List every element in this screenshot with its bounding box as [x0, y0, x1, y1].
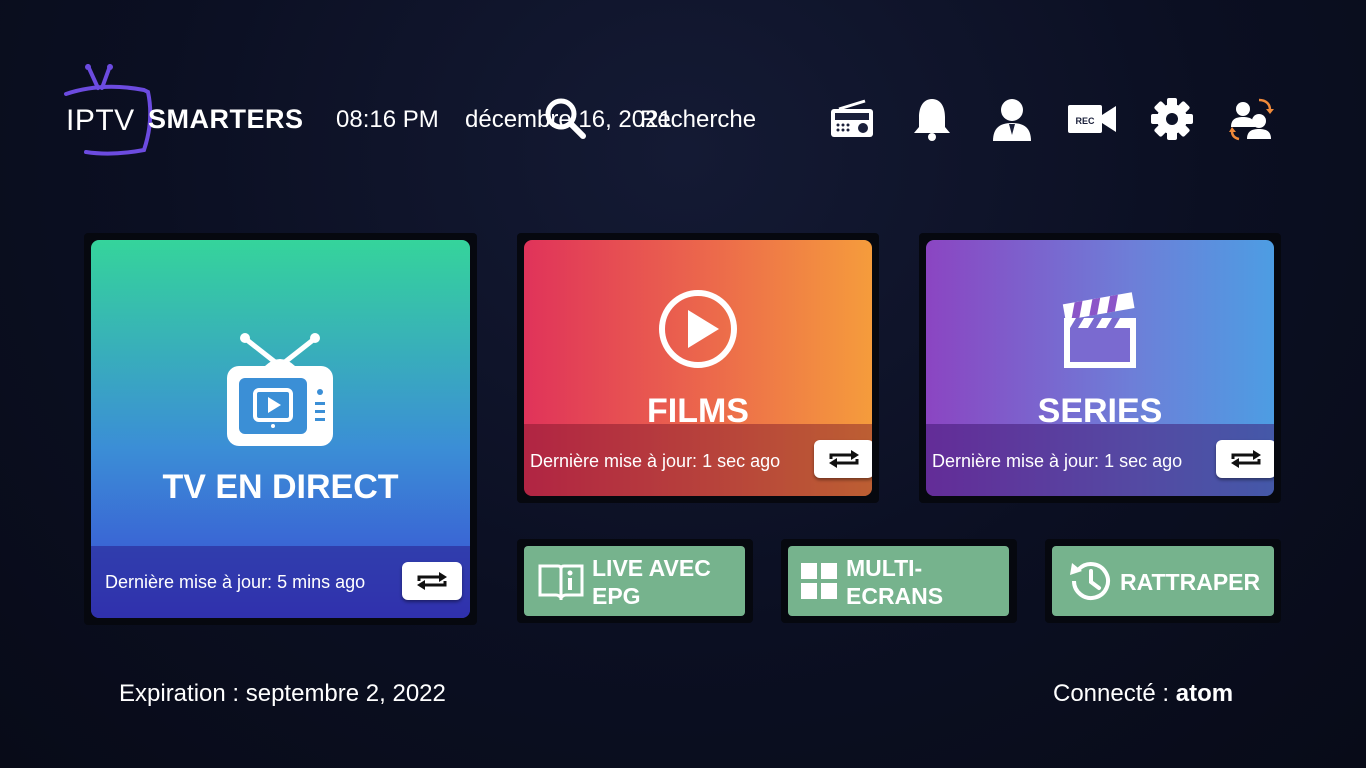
films-refresh-button[interactable]: [814, 440, 872, 478]
films-footer: Dernière mise à jour: 1 sec ago: [524, 424, 872, 496]
tv-icon: [227, 333, 333, 446]
search-icon[interactable]: [543, 96, 587, 140]
expiration-text: Expiration : septembre 2, 2022: [119, 680, 446, 707]
bell-icon[interactable]: [909, 96, 955, 142]
clock: 08:16 PM: [336, 106, 439, 133]
live-epg-line2: EPG: [592, 583, 641, 609]
films-updated: Dernière mise à jour: 1 sec ago: [530, 451, 781, 471]
refresh-icon: [829, 450, 859, 468]
search-label[interactable]: Recherche: [640, 106, 756, 134]
refresh-icon: [1231, 450, 1261, 468]
rec-camera-icon[interactable]: REC: [1068, 96, 1118, 142]
live-epg-button[interactable]: LIVE AVEC EPG: [524, 546, 745, 616]
live-tv-updated: Dernière mise à jour: 5 mins ago: [105, 572, 366, 592]
clapperboard-icon: [1062, 292, 1136, 368]
live-tv-tile[interactable]: TV EN DIRECT Dernière mise à jour: 5 min…: [91, 240, 470, 618]
book-info-icon: [538, 564, 584, 600]
play-circle-icon: [659, 290, 737, 368]
catchup-button[interactable]: RATTRAPER: [1052, 546, 1274, 616]
refresh-icon: [417, 572, 447, 590]
series-refresh-button[interactable]: [1216, 440, 1274, 478]
history-icon: [1070, 562, 1110, 601]
live-epg-line1: LIVE AVEC: [592, 555, 711, 581]
connected-status: Connecté : atom: [1053, 680, 1233, 708]
multi-screen-line2: ECRANS: [846, 583, 944, 609]
radio-icon[interactable]: [829, 96, 875, 142]
logo-smarters-text: SMARTERS: [148, 104, 304, 134]
switch-users-icon[interactable]: [1229, 96, 1275, 142]
series-footer: Dernière mise à jour: 1 sec ago: [926, 424, 1274, 496]
series-updated: Dernière mise à jour: 1 sec ago: [932, 451, 1183, 471]
films-tile[interactable]: FILMS Dernière mise à jour: 1 sec ago: [524, 240, 872, 496]
username: atom: [1175, 680, 1234, 707]
multi-screen-line1: MULTI-: [846, 555, 923, 581]
live-tv-refresh-button[interactable]: [402, 562, 462, 600]
live-tv-title: TV EN DIRECT: [162, 468, 399, 506]
multi-screen-button[interactable]: MULTI- ECRANS: [788, 546, 1009, 616]
rec-text: REC: [1075, 116, 1095, 126]
catchup-label: RATTRAPER: [1120, 569, 1261, 595]
connected-label: Connecté :: [1053, 680, 1176, 707]
series-tile[interactable]: SERIES Dernière mise à jour: 1 sec ago: [926, 240, 1274, 496]
logo-iptv-text: IPTV: [66, 104, 135, 137]
user-icon[interactable]: [989, 96, 1035, 142]
gear-icon[interactable]: [1149, 96, 1195, 142]
grid-icon: [801, 563, 837, 599]
live-tv-footer: Dernière mise à jour: 5 mins ago: [91, 546, 470, 618]
app-logo: IPTV SMARTERS: [62, 64, 312, 156]
